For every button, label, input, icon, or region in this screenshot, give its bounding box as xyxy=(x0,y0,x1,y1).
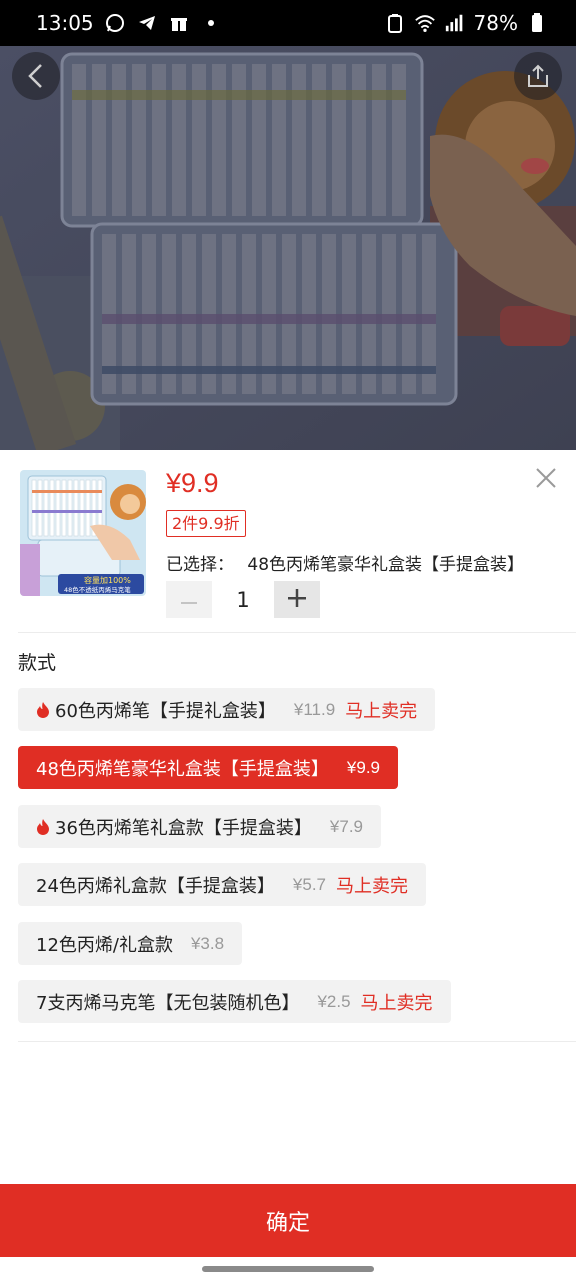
product-price: ¥9.9 xyxy=(166,468,219,498)
option-price: ¥3.8 xyxy=(190,933,225,953)
option-label: 12色丙烯/礼盒款 xyxy=(36,934,173,956)
quantity-value[interactable]: 1 xyxy=(212,588,274,612)
quantity-stepper: 1 xyxy=(166,581,320,618)
decrease-button[interactable] xyxy=(166,581,212,618)
status-time: 13:05 xyxy=(36,11,94,35)
battery-icon xyxy=(526,12,548,34)
option-label: 48色丙烯笔豪华礼盒装【手提盒装】 xyxy=(36,758,329,780)
product-thumbnail: 容量加100% 48色不透纸丙烯马克笔 xyxy=(20,470,146,596)
back-icon xyxy=(25,63,47,89)
selected-value: 48色丙烯笔豪华礼盒装【手提盒装】 xyxy=(247,555,525,575)
gift-icon xyxy=(168,12,190,34)
telegram-icon xyxy=(136,12,158,34)
minus-icon xyxy=(181,590,197,609)
promo-badge: 2件9.9折 xyxy=(166,510,246,537)
option-stock-tag: 马上卖完 xyxy=(360,992,433,1014)
option-label: 7支丙烯马克笔【无包装随机色】 xyxy=(36,992,300,1014)
plus-icon xyxy=(288,588,306,611)
option-label: 24色丙烯礼盒款【手提盒装】 xyxy=(36,875,275,897)
share-icon xyxy=(525,63,551,89)
divider xyxy=(18,1041,576,1042)
option-stock-tag: 马上卖完 xyxy=(345,700,418,722)
style-option-48[interactable]: 48色丙烯笔豪华礼盒装【手提盒装】 ¥9.9 xyxy=(18,746,398,789)
option-label: 36色丙烯笔礼盒款【手提盒装】 xyxy=(55,817,312,839)
increase-button[interactable] xyxy=(274,581,320,618)
option-price: ¥7.9 xyxy=(329,816,363,836)
close-button[interactable] xyxy=(534,466,558,490)
signal-icon xyxy=(444,12,466,34)
whatsapp-icon xyxy=(104,12,126,34)
option-stock-tag: 马上卖完 xyxy=(336,875,408,897)
back-button[interactable] xyxy=(12,52,60,100)
style-option-24[interactable]: 24色丙烯礼盒款【手提盒装】 ¥5.7 马上卖完 xyxy=(18,863,426,906)
style-option-36[interactable]: 36色丙烯笔礼盒款【手提盒装】 ¥7.9 xyxy=(18,805,381,848)
close-icon xyxy=(534,468,558,494)
fire-icon xyxy=(36,701,50,718)
selected-summary: 已选择： 48色丙烯笔豪华礼盒装【手提盒装】 xyxy=(166,550,524,575)
product-hero-image xyxy=(0,46,576,450)
divider xyxy=(18,632,576,633)
style-option-7[interactable]: 7支丙烯马克笔【无包装随机色】 ¥2.5 马上卖完 xyxy=(18,980,451,1023)
option-price: ¥9.9 xyxy=(346,757,380,777)
share-button[interactable] xyxy=(514,52,562,100)
fire-icon xyxy=(36,818,50,835)
style-option-12[interactable]: 12色丙烯/礼盒款 ¥3.8 xyxy=(18,922,243,965)
wifi-icon xyxy=(414,12,436,34)
status-bar: 13:05 78% xyxy=(0,0,576,46)
dot-icon xyxy=(200,12,222,34)
option-price: ¥2.5 xyxy=(317,991,351,1011)
hero-illustration xyxy=(0,46,576,450)
option-price: ¥11.9 xyxy=(293,699,336,719)
thumbnail-caption-bottom: 48色不透纸丙烯马克笔 xyxy=(64,585,131,594)
gesture-nav-bar[interactable] xyxy=(202,1266,374,1272)
sku-selector-sheet: 容量加100% 48色不透纸丙烯马克笔 ¥9.9 2件9.9折 已选择： 48色… xyxy=(0,450,576,1280)
selected-label: 已选择： xyxy=(166,555,234,575)
confirm-button[interactable]: 确定 xyxy=(0,1184,576,1257)
option-price: ¥5.7 xyxy=(292,874,326,894)
style-option-60[interactable]: 60色丙烯笔【手提礼盒装】 ¥11.9 马上卖完 xyxy=(18,688,436,731)
battery-percent: 78% xyxy=(473,11,518,35)
thumbnail-caption-top: 容量加100% xyxy=(84,575,131,585)
style-section-title: 款式 xyxy=(18,652,57,674)
recycle-icon xyxy=(384,12,406,34)
option-label: 60色丙烯笔【手提礼盒装】 xyxy=(55,700,276,722)
